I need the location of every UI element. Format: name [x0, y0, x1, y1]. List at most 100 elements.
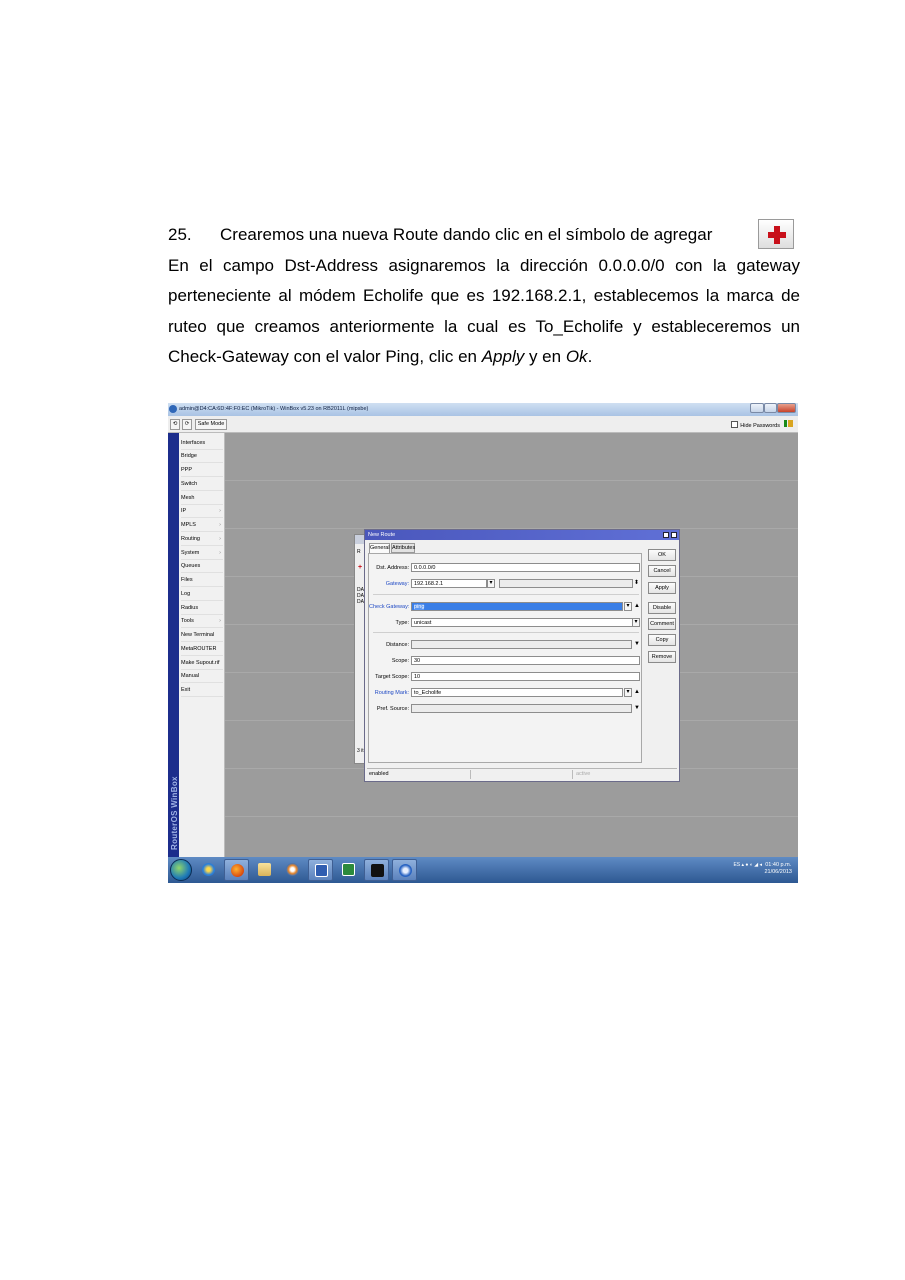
window-title: admin@D4:CA:6D:4F:F0:EC (MikroTik) - Win… [179, 406, 369, 412]
paragraph-line-2: En el campo Dst-Address asignaremos la d… [168, 255, 800, 275]
paragraph-line-4: ruteo que creamos anteriormente la cual … [168, 316, 800, 336]
explorer-taskbar-item[interactable] [252, 859, 277, 881]
ie-icon [202, 863, 215, 876]
red-plus-icon [758, 219, 794, 249]
ok-button[interactable]: OK [648, 549, 676, 561]
pref-source-input[interactable] [411, 704, 632, 713]
winbox-brand-strip: RouterOS WinBox [168, 433, 179, 857]
menu-item[interactable]: Mesh [181, 492, 223, 505]
menu-item[interactable]: Log [181, 588, 223, 601]
tray-icons: ▴ ● ◐ ◢ ◂ [741, 862, 762, 868]
dialog-titlebar: New Route [365, 530, 679, 540]
menu-item[interactable]: Tools › [181, 615, 223, 628]
close-icon[interactable] [777, 403, 796, 413]
lock-icon [788, 420, 793, 427]
maximize-icon[interactable] [764, 403, 777, 413]
excel-icon [342, 863, 355, 876]
terminal-icon [371, 864, 384, 877]
gateway-dropdown-icon[interactable]: ▾ [487, 579, 495, 588]
menu-item[interactable]: IP › [181, 505, 223, 518]
word-taskbar-item[interactable] [308, 859, 333, 881]
dialog-title: New Route [368, 532, 396, 538]
dst-address-input[interactable]: 0.0.0.0/0 [411, 563, 640, 572]
routing-mark-up-icon[interactable]: ▲ [634, 688, 640, 696]
folder-icon [258, 863, 271, 876]
menu-item[interactable]: Queues [181, 560, 223, 573]
windows-taskbar: ES ▴ ● ◐ ◢ ◂ 01:40 p.m. 21/06/2013 [168, 857, 798, 883]
check-gateway-input[interactable]: ping [411, 602, 623, 611]
status-enabled: enabled [369, 771, 389, 777]
routing-mark-input[interactable]: to_Echolife [411, 688, 623, 697]
dialog-maximize-icon[interactable] [663, 532, 669, 538]
menu-item[interactable]: Manual [181, 670, 223, 683]
word-icon [315, 864, 328, 877]
routing-mark-label: Routing Mark: [374, 690, 409, 696]
ok-word: Ok [565, 347, 588, 366]
routing-mark-dropdown-icon[interactable]: ▾ [624, 688, 632, 697]
menu-item[interactable]: System › [181, 547, 223, 560]
hide-passwords-checkbox[interactable]: Hide Passwords [731, 421, 780, 429]
gateway-updown-icon[interactable]: ⬍ [634, 579, 639, 587]
firefox-taskbar-item[interactable] [224, 859, 249, 881]
tab-general[interactable]: General [369, 543, 390, 553]
taskbar-clock[interactable]: 01:40 p.m. 21/06/2013 [764, 862, 792, 876]
gateway-label: Gateway: [385, 581, 409, 587]
menu-item[interactable]: Radius [181, 602, 223, 615]
check-gateway-dropdown-icon[interactable]: ▾ [624, 602, 632, 611]
type-select[interactable]: unicast [411, 618, 633, 627]
main-menu: Interfaces Bridge PPP Switch Mesh IP › MP… [179, 433, 225, 857]
check-gateway-up-icon[interactable]: ▲ [634, 602, 640, 610]
winbox-toolbar: ⟲ ⟳ Safe Mode Hide Passwords [168, 416, 798, 433]
scope-input[interactable]: 30 [411, 656, 640, 665]
distance-label: Distance: [386, 642, 409, 648]
apply-button[interactable]: Apply [648, 582, 676, 594]
type-label: Type: [395, 620, 409, 626]
pref-source-down-icon[interactable]: ▼ [634, 704, 640, 712]
general-panel: Dst. Address: 0.0.0.0/0 Gateway: 192.168… [368, 553, 642, 763]
media-player-icon [286, 863, 299, 876]
copy-button[interactable]: Copy [648, 634, 676, 646]
menu-item[interactable]: New Terminal [181, 629, 223, 642]
distance-input[interactable] [411, 640, 632, 649]
excel-taskbar-item[interactable] [336, 859, 361, 881]
terminal-taskbar-item[interactable] [364, 859, 389, 881]
redo-button[interactable]: ⟳ [182, 419, 192, 430]
winbox-app-icon [169, 405, 177, 413]
minimize-icon[interactable] [750, 403, 764, 413]
menu-item[interactable]: Bridge [181, 450, 223, 463]
check-gateway-label: Check Gateway: [369, 604, 410, 610]
media-taskbar-item[interactable] [280, 859, 305, 881]
system-tray: ES ▴ ● ◐ ◢ ◂ [733, 862, 762, 868]
separator [373, 594, 639, 595]
start-orb-icon[interactable] [170, 859, 192, 881]
menu-item[interactable]: MetaROUTER [181, 643, 223, 656]
type-dropdown-icon[interactable]: ▾ [632, 618, 640, 627]
comment-button[interactable]: Comment [648, 618, 676, 630]
menu-item[interactable]: MPLS › [181, 519, 223, 532]
distance-down-icon[interactable]: ▼ [634, 640, 640, 648]
menu-item[interactable]: Make Supout.rif [181, 657, 223, 670]
firefox-icon [231, 864, 244, 877]
gateway-extra-input[interactable] [499, 579, 633, 588]
paragraph-line-5: Check-Gateway con el valor Ping, clic en… [168, 347, 593, 366]
disable-button[interactable]: Disable [648, 602, 676, 614]
dst-address-label: Dst. Address: [376, 565, 409, 571]
tab-attributes[interactable]: Attributes [391, 543, 415, 553]
separator [373, 632, 639, 633]
instruction-paragraph: 25. Crearemos una nueva Route dando clic … [168, 220, 800, 373]
menu-item[interactable]: Switch [181, 478, 223, 491]
target-scope-input[interactable]: 10 [411, 672, 640, 681]
ie-taskbar-item[interactable] [196, 859, 221, 881]
gateway-input[interactable]: 192.168.2.1 [411, 579, 487, 588]
dialog-close-icon[interactable] [671, 532, 677, 538]
menu-item[interactable]: Interfaces [181, 437, 223, 450]
safe-mode-button[interactable]: Safe Mode [195, 419, 227, 430]
menu-item[interactable]: Routing › [181, 533, 223, 546]
undo-button[interactable]: ⟲ [170, 419, 180, 430]
cancel-button[interactable]: Cancel [648, 565, 676, 577]
menu-item[interactable]: PPP [181, 464, 223, 477]
remove-button[interactable]: Remove [648, 651, 676, 663]
winbox-taskbar-item[interactable] [392, 859, 417, 881]
menu-item[interactable]: Exit [181, 684, 223, 697]
menu-item[interactable]: Files [181, 574, 223, 587]
